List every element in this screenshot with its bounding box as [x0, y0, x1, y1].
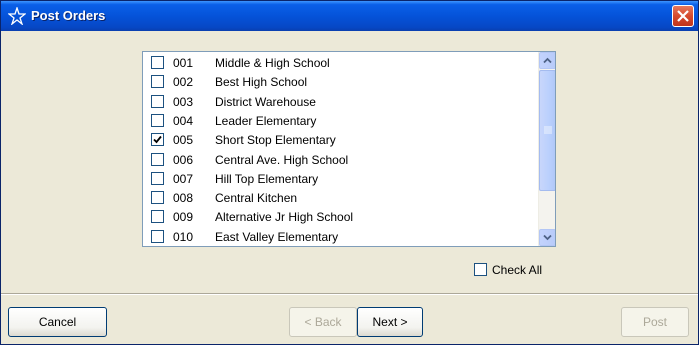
list-item[interactable]: 004 Leader Elementary	[143, 111, 537, 130]
grip-icon	[544, 126, 552, 134]
site-checkbox[interactable]	[151, 191, 164, 205]
site-name: Hill Top Elementary	[215, 171, 319, 186]
close-x-icon	[677, 10, 689, 22]
list-item[interactable]: 006 Central Ave. High School	[143, 150, 537, 169]
site-code: 007	[173, 171, 194, 186]
site-checkbox[interactable]	[151, 229, 164, 243]
site-name: Alternative Jr High School	[215, 210, 354, 225]
site-name: Central Ave. High School	[215, 152, 349, 167]
site-name: Leader Elementary	[215, 113, 317, 128]
site-code: 003	[173, 94, 194, 109]
site-code: 010	[173, 229, 194, 244]
site-code: 005	[173, 133, 194, 148]
chevron-up-icon	[543, 57, 552, 64]
list-item[interactable]: 010 East Valley Elementary	[143, 227, 537, 246]
site-checkbox[interactable]	[151, 56, 164, 69]
cancel-button[interactable]: Cancel	[8, 307, 107, 337]
site-name: Middle & High School	[215, 56, 330, 70]
vertical-scrollbar[interactable]	[538, 52, 555, 246]
site-name: East Valley Elementary	[215, 229, 339, 244]
site-code: 006	[173, 152, 194, 167]
list-item[interactable]: 008 Central Kitchen	[143, 188, 537, 207]
site-code: 002	[173, 75, 194, 90]
site-checkbox[interactable]	[151, 171, 164, 185]
site-code: 001	[173, 56, 194, 70]
scroll-down-button[interactable]	[539, 229, 555, 246]
window-title: Post Orders	[31, 8, 106, 23]
scroll-up-button[interactable]	[539, 52, 555, 69]
back-button-label: < Back	[304, 315, 342, 329]
footer-divider	[1, 293, 698, 295]
site-name: Short Stop Elementary	[215, 133, 336, 148]
list-item[interactable]: 009 Alternative Jr High School	[143, 207, 537, 226]
star-sparkle-icon	[8, 7, 26, 25]
site-name: Central Kitchen	[215, 191, 298, 206]
title-bar[interactable]: Post Orders	[1, 1, 698, 31]
checkmark-icon	[153, 136, 162, 144]
site-code: 004	[173, 113, 194, 128]
site-code: 008	[173, 191, 194, 206]
next-button-label: Next >	[372, 315, 408, 329]
site-checkbox[interactable]	[151, 152, 164, 166]
cancel-button-label: Cancel	[38, 315, 77, 329]
post-orders-window: Post Orders 001 Middle & High School 002 Be…	[0, 0, 699, 345]
site-name: Best High School	[215, 75, 308, 90]
back-button[interactable]: < Back	[289, 307, 357, 337]
site-list[interactable]: 001 Middle & High School 002 Best High Scho…	[142, 51, 556, 247]
list-item[interactable]: 003 District Warehouse	[143, 92, 537, 111]
post-button-label: Post	[642, 315, 667, 329]
site-checkbox[interactable]	[151, 75, 164, 89]
site-checkbox[interactable]	[151, 94, 164, 108]
check-all-checkbox[interactable]	[474, 263, 487, 276]
check-all-label: Check All	[492, 263, 543, 277]
site-checkbox[interactable]	[151, 210, 164, 224]
list-item[interactable]: 001 Middle & High School	[143, 53, 537, 72]
close-button[interactable]	[672, 5, 694, 27]
list-item[interactable]: 002 Best High School	[143, 72, 537, 91]
scroll-thumb[interactable]	[539, 70, 555, 191]
post-button[interactable]: Post	[621, 307, 689, 337]
site-code: 009	[173, 210, 194, 225]
chevron-down-icon	[543, 234, 552, 241]
site-name: District Warehouse	[215, 94, 316, 109]
list-item[interactable]: 005 Short Stop Elementary	[143, 130, 537, 149]
list-item[interactable]: 007 Hill Top Elementary	[143, 169, 537, 188]
site-checkbox[interactable]	[151, 133, 164, 147]
site-checkbox[interactable]	[151, 113, 164, 127]
next-button[interactable]: Next >	[357, 307, 423, 337]
